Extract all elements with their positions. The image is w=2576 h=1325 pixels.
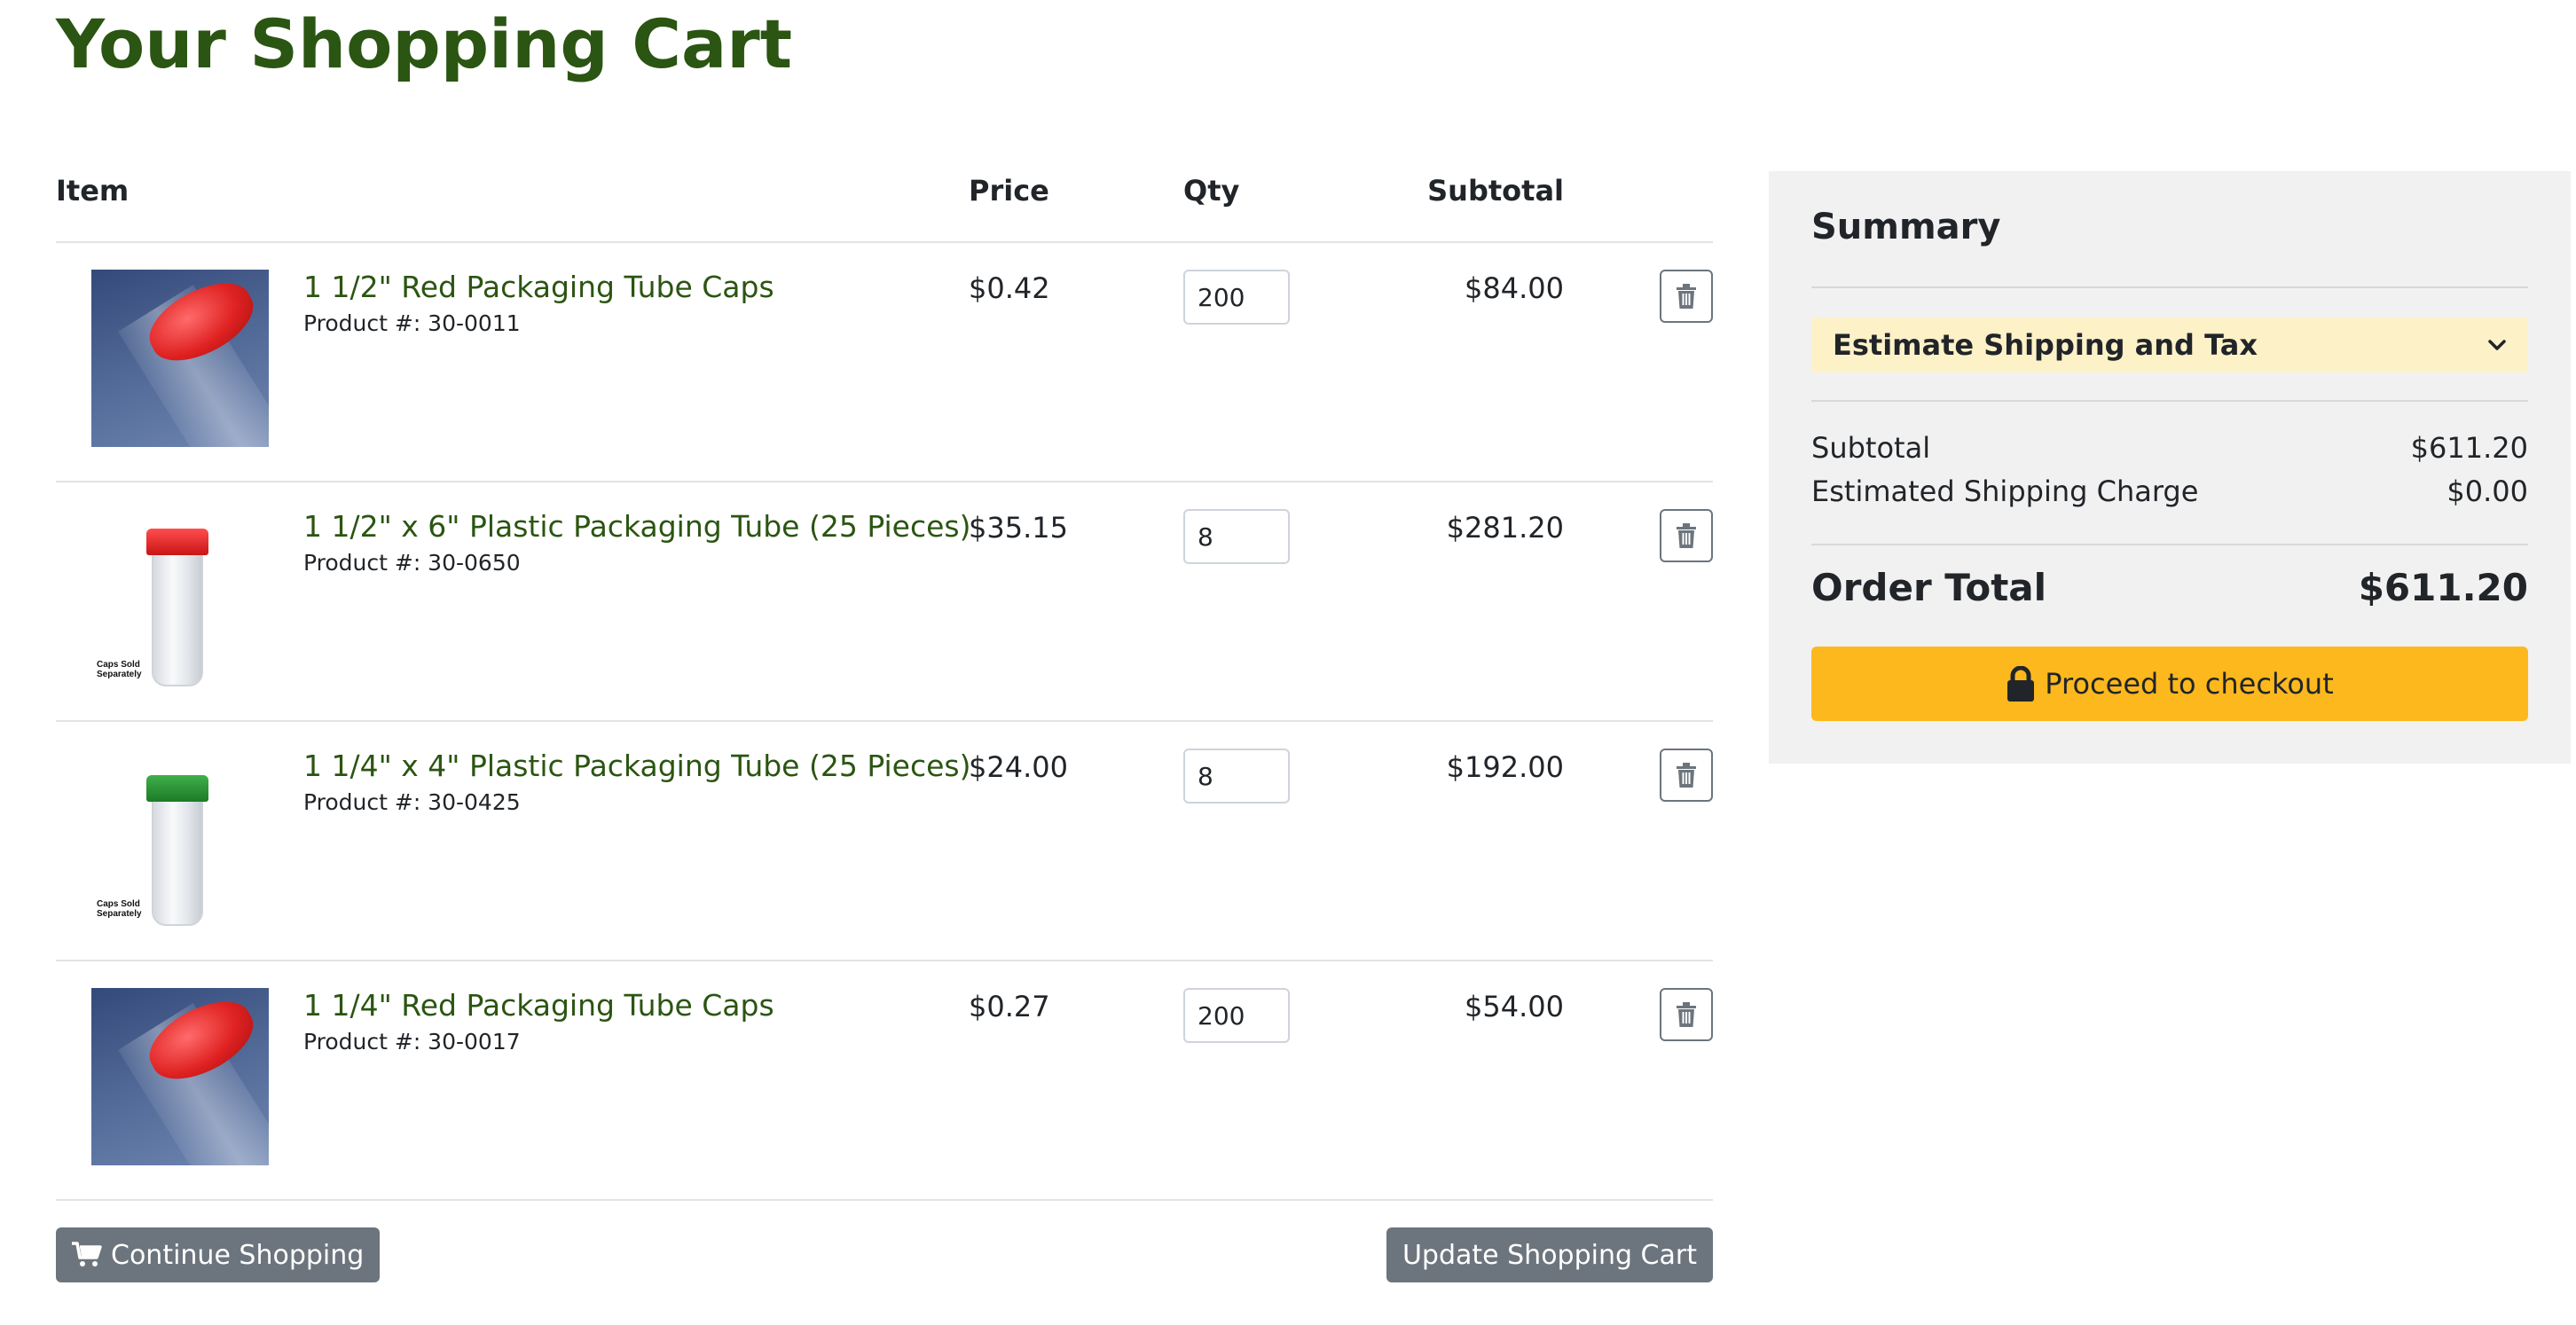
remove-item-button[interactable] <box>1660 270 1713 323</box>
summary-shipping-row: Estimated Shipping Charge $0.00 <box>1811 474 2528 508</box>
update-cart-label: Update Shopping Cart <box>1402 1239 1697 1271</box>
product-number: Product #: 30-0650 <box>303 550 521 576</box>
cart-row: Caps Sold Separately 1 1/4" x 4" Plastic… <box>56 722 1713 961</box>
item-price: $0.27 <box>969 990 1050 1023</box>
product-name-link[interactable]: 1 1/2" x 6" Plastic Packaging Tube (25 P… <box>303 507 971 546</box>
product-number: Product #: 30-0011 <box>303 310 521 336</box>
product-name-link[interactable]: 1 1/4" x 4" Plastic Packaging Tube (25 P… <box>303 747 971 786</box>
quantity-input[interactable] <box>1183 988 1290 1043</box>
product-image-tube-green-cap[interactable]: Caps Sold Separately <box>91 749 269 926</box>
product-name-link[interactable]: 1 1/2" Red Packaging Tube Caps <box>303 268 960 307</box>
remove-item-button[interactable] <box>1660 509 1713 562</box>
lock-icon <box>2007 666 2035 702</box>
subtotal-value: $611.20 <box>2410 431 2528 465</box>
product-info: 1 1/2" x 6" Plastic Packaging Tube (25 P… <box>303 507 971 576</box>
trash-icon <box>1677 1002 1696 1027</box>
product-image-tube-red-cap[interactable]: Caps Sold Separately <box>91 509 269 686</box>
estimate-shipping-toggle[interactable]: Estimate Shipping and Tax <box>1811 318 2528 372</box>
product-number: Product #: 30-0425 <box>303 789 521 815</box>
product-image-red-cap[interactable] <box>91 988 269 1165</box>
product-info: 1 1/4" x 4" Plastic Packaging Tube (25 P… <box>303 747 971 815</box>
remove-item-button[interactable] <box>1660 988 1713 1041</box>
order-total-row: Order Total $611.20 <box>1811 566 2528 609</box>
item-subtotal: $54.00 <box>1465 990 1564 1023</box>
shipping-label: Estimated Shipping Charge <box>1811 474 2199 508</box>
shopping-cart-page: Your Shopping Cart Item Price Qty Subtot… <box>0 0 2576 1325</box>
order-total-value: $611.20 <box>2358 566 2528 609</box>
trash-icon <box>1677 763 1696 788</box>
order-total-label: Order Total <box>1811 566 2047 609</box>
cart-icon <box>72 1242 102 1266</box>
image-caption: Caps Sold Separately <box>97 899 142 919</box>
column-header-item: Item <box>56 174 130 208</box>
summary-divider <box>1811 400 2528 402</box>
estimate-shipping-label: Estimate Shipping and Tax <box>1833 328 2258 362</box>
cart-row: 1 1/4" Red Packaging Tube Caps Product #… <box>56 961 1713 1201</box>
subtotal-label: Subtotal <box>1811 431 1931 465</box>
item-price: $24.00 <box>969 750 1068 784</box>
continue-shopping-label: Continue Shopping <box>111 1239 365 1271</box>
remove-item-button[interactable] <box>1660 749 1713 802</box>
summary-divider <box>1811 544 2528 545</box>
quantity-input[interactable] <box>1183 749 1290 804</box>
checkout-label: Proceed to checkout <box>2045 667 2334 701</box>
chevron-down-icon <box>2488 340 2506 350</box>
cart-actions: Continue Shopping Update Shopping Cart <box>56 1201 1713 1290</box>
product-number: Product #: 30-0017 <box>303 1029 521 1055</box>
product-name-link[interactable]: 1 1/4" Red Packaging Tube Caps <box>303 986 960 1025</box>
product-image-red-cap[interactable] <box>91 270 269 447</box>
update-cart-button[interactable]: Update Shopping Cart <box>1386 1227 1713 1282</box>
summary-title: Summary <box>1811 207 2001 247</box>
product-info: 1 1/2" Red Packaging Tube Caps Product #… <box>303 268 960 336</box>
cart-row: Caps Sold Separately 1 1/2" x 6" Plastic… <box>56 482 1713 722</box>
trash-icon <box>1677 523 1696 548</box>
image-caption: Caps Sold Separately <box>97 660 142 679</box>
item-subtotal: $192.00 <box>1446 750 1564 784</box>
trash-icon <box>1677 284 1696 309</box>
item-subtotal: $281.20 <box>1446 511 1564 545</box>
column-header-qty: Qty <box>1183 174 1240 208</box>
item-price: $35.15 <box>969 511 1068 545</box>
shipping-value: $0.00 <box>2446 474 2528 508</box>
quantity-input[interactable] <box>1183 270 1290 325</box>
column-header-price: Price <box>969 174 1049 208</box>
continue-shopping-button[interactable]: Continue Shopping <box>56 1227 381 1282</box>
item-subtotal: $84.00 <box>1465 271 1564 305</box>
cart-row: 1 1/2" Red Packaging Tube Caps Product #… <box>56 243 1713 482</box>
product-info: 1 1/4" Red Packaging Tube Caps Product #… <box>303 986 960 1055</box>
item-price: $0.42 <box>969 271 1050 305</box>
order-summary-panel: Summary Estimate Shipping and Tax Subtot… <box>1769 171 2571 764</box>
summary-divider <box>1811 286 2528 288</box>
summary-subtotal-row: Subtotal $611.20 <box>1811 431 2528 465</box>
column-header-subtotal: Subtotal <box>1427 174 1564 208</box>
page-title: Your Shopping Cart <box>56 4 793 83</box>
quantity-input[interactable] <box>1183 509 1290 564</box>
cart-table-header: Item Price Qty Subtotal <box>56 153 1713 243</box>
proceed-to-checkout-button[interactable]: Proceed to checkout <box>1811 647 2528 721</box>
cart-table: Item Price Qty Subtotal 1 1/2" Red Packa… <box>56 153 1713 1290</box>
